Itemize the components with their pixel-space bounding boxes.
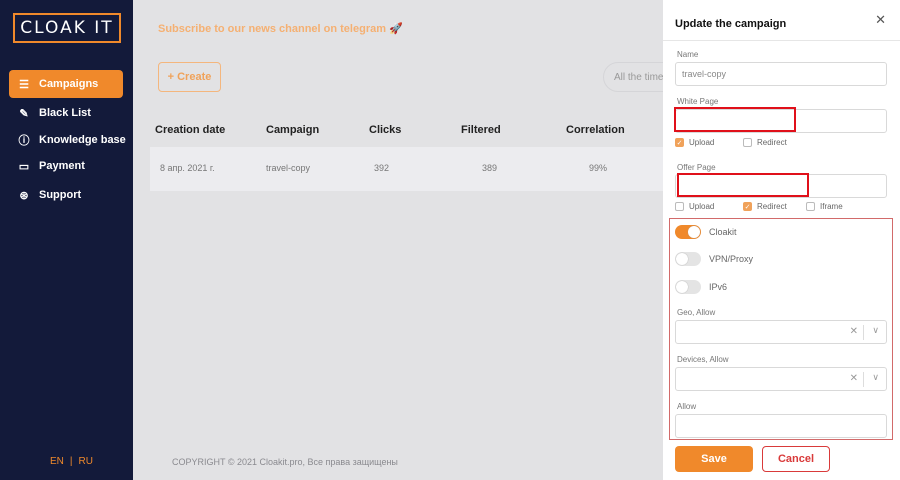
vpn-proxy-toggle[interactable] — [675, 252, 701, 266]
sidebar-item-payment[interactable]: ▭ Payment — [9, 152, 85, 180]
offer-redirect-label: Redirect — [757, 202, 787, 211]
column-header-creation-date: Creation date — [155, 124, 226, 136]
panel-title: Update the campaign — [675, 18, 787, 30]
geo-select[interactable]: ✕ ∨ — [675, 320, 887, 344]
divider — [863, 372, 864, 387]
geo-label: Geo, Allow — [677, 308, 716, 317]
cancel-button[interactable]: Cancel — [762, 446, 830, 472]
close-icon[interactable]: ✕ — [875, 12, 886, 28]
allow-input[interactable] — [675, 414, 887, 438]
sidebar-item-label: Payment — [39, 160, 85, 172]
checkbox-icon[interactable] — [806, 202, 815, 211]
column-header-filtered: Filtered — [461, 124, 501, 136]
cell-campaign: travel-copy — [266, 163, 311, 173]
clear-icon[interactable]: ✕ — [850, 373, 858, 384]
column-header-campaign: Campaign — [266, 124, 320, 136]
name-input[interactable]: travel-copy — [675, 62, 887, 86]
sidebar-item-campaigns[interactable]: ☰ Campaigns — [9, 70, 123, 98]
telegram-link[interactable]: Subscribe to our news channel on telegra… — [158, 22, 403, 35]
white-redirect-label: Redirect — [757, 138, 787, 147]
devices-label: Devices, Allow — [677, 355, 729, 364]
chevron-down-icon[interactable]: ∨ — [872, 325, 879, 336]
sidebar-item-label: Black List — [39, 107, 91, 119]
sidebar-item-label: Knowledge base — [39, 134, 126, 146]
name-label: Name — [677, 50, 699, 59]
offer-iframe-label: Iframe — [820, 202, 843, 211]
toggle-knob — [688, 226, 700, 238]
info-icon: ⓘ — [18, 135, 30, 147]
toggle-knob — [676, 281, 688, 293]
offer-upload-option[interactable]: Upload — [675, 202, 714, 211]
offer-redirect-option[interactable]: ✓ Redirect — [743, 202, 787, 211]
white-redirect-option[interactable]: Redirect — [743, 138, 787, 147]
divider — [863, 325, 864, 340]
checkbox-icon[interactable] — [675, 202, 684, 211]
cloakit-toggle[interactable] — [675, 225, 701, 239]
chevron-down-icon[interactable]: ∨ — [872, 372, 879, 383]
cell-correlation: 99% — [589, 163, 608, 173]
sidebar-item-black-list[interactable]: ✎ Black List — [9, 99, 91, 127]
lang-ru[interactable]: RU — [79, 456, 93, 467]
clear-icon[interactable]: ✕ — [850, 326, 858, 337]
update-campaign-panel: Update the campaign ✕ Name travel-copy W… — [663, 0, 900, 480]
offer-iframe-option[interactable]: Iframe — [806, 202, 843, 211]
lang-separator: | — [69, 456, 73, 467]
logo: CLOAK IT — [13, 13, 121, 43]
copyright: COPYRIGHT © 2021 Cloakit.pro, Все права … — [172, 457, 398, 467]
column-header-clicks: Clicks — [369, 124, 402, 136]
offer-upload-label: Upload — [689, 202, 715, 211]
toggle-knob — [676, 253, 688, 265]
edit-icon: ✎ — [19, 107, 29, 120]
list-icon: ☰ — [19, 78, 29, 91]
checkbox-checked-icon[interactable]: ✓ — [743, 202, 752, 211]
card-icon: ▭ — [18, 160, 30, 173]
cloakit-label: Cloakit — [709, 227, 737, 237]
lang-en[interactable]: EN — [50, 456, 64, 467]
sidebar-item-support[interactable]: ⊛ Support — [9, 181, 81, 209]
vpn-proxy-label: VPN/Proxy — [709, 254, 754, 264]
sidebar: CLOAK IT ☰ Campaigns ✎ Black List ⓘ Know… — [0, 0, 133, 480]
main-content: Subscribe to our news channel on telegra… — [133, 0, 683, 480]
divider — [663, 40, 900, 41]
language-switcher: EN | RU — [47, 456, 96, 467]
sidebar-item-label: Campaigns — [39, 78, 99, 90]
highlight-box — [674, 107, 796, 132]
white-page-label: White Page — [677, 97, 719, 106]
cell-date: 8 апр. 2021 г. — [160, 163, 215, 173]
sidebar-item-knowledge-base[interactable]: ⓘ Knowledge base — [9, 126, 126, 154]
support-icon: ⊛ — [19, 189, 29, 202]
allow-label: Allow — [677, 402, 697, 411]
cell-filtered: 389 — [482, 163, 498, 173]
create-button[interactable]: + Create — [158, 62, 221, 92]
white-upload-label: Upload — [689, 138, 715, 147]
highlight-box — [677, 173, 809, 197]
white-upload-option[interactable]: ✓ Upload — [675, 138, 714, 147]
column-header-correlation: Correlation — [566, 124, 625, 136]
save-button[interactable]: Save — [675, 446, 753, 472]
offer-page-label: Offer Page — [677, 163, 716, 172]
checkbox-icon[interactable] — [743, 138, 752, 147]
ipv6-toggle[interactable] — [675, 280, 701, 294]
cell-clicks: 392 — [374, 163, 390, 173]
sidebar-item-label: Support — [39, 189, 82, 201]
ipv6-label: IPv6 — [709, 282, 728, 292]
checkbox-checked-icon[interactable]: ✓ — [675, 138, 684, 147]
devices-select[interactable]: ✕ ∨ — [675, 367, 887, 391]
